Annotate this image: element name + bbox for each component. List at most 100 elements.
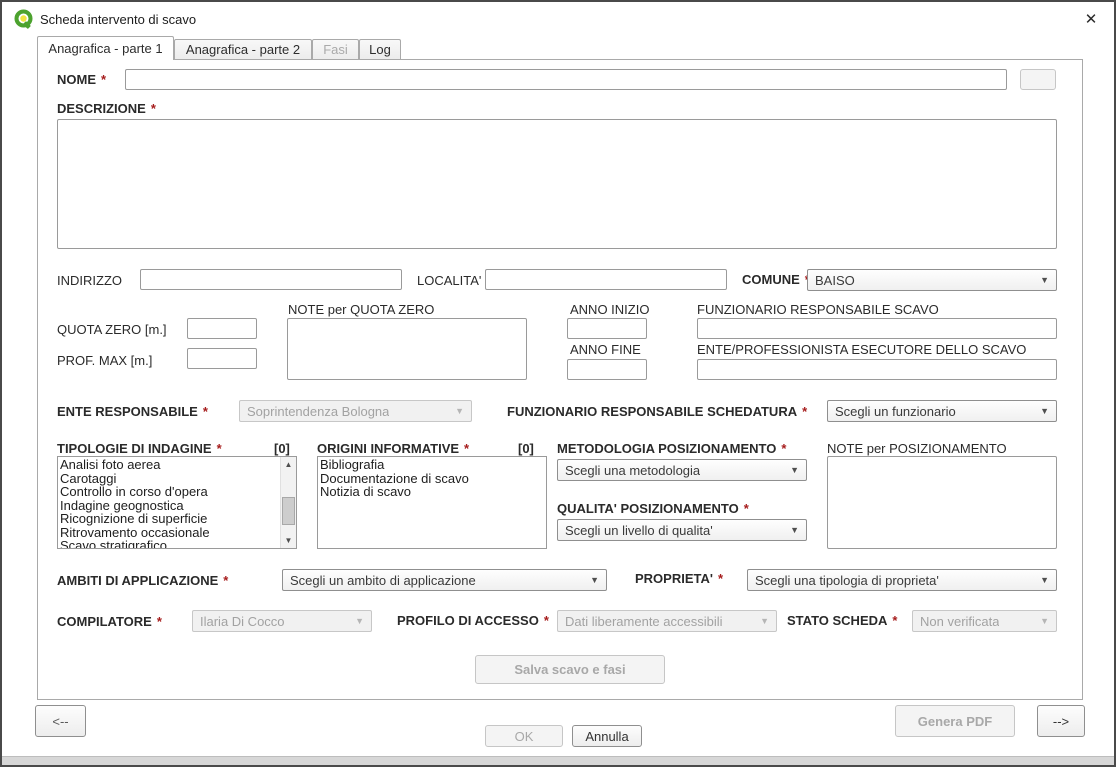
chevron-down-icon: ▼ [584, 575, 599, 585]
stato-scheda-label: STATO SCHEDA* [787, 613, 897, 628]
required-asterisk: * [217, 441, 222, 456]
title-bar: Scheda intervento di scavo ✕ [2, 2, 1114, 34]
proprieta-select[interactable]: Scegli una tipologia di proprieta'▼ [747, 569, 1057, 591]
note-posizionamento-label: NOTE per POSIZIONAMENTO [827, 441, 1007, 456]
tipologie-scrollbar[interactable]: ▲ ▼ [280, 457, 296, 548]
tab-fasi: Fasi [312, 39, 359, 60]
compilatore-select: Ilaria Di Cocco▼ [192, 610, 372, 632]
descrizione-label: DESCRIZIONE* [57, 101, 156, 116]
qgis-logo-icon [14, 9, 34, 29]
anno-fine-label: ANNO FINE [570, 342, 641, 357]
anno-fine-input[interactable] [567, 359, 647, 380]
proprieta-label: PROPRIETA'* [635, 571, 723, 586]
window-title: Scheda intervento di scavo [40, 12, 196, 27]
required-asterisk: * [157, 614, 162, 629]
prev-button[interactable]: <-- [35, 705, 86, 737]
origini-informative-label: ORIGINI INFORMATIVE* [317, 441, 469, 456]
next-button[interactable]: --> [1037, 705, 1085, 737]
ente-responsabile-label: ENTE RESPONSABILE* [57, 404, 208, 419]
funzionario-responsabile-scavo-label: FUNZIONARIO RESPONSABILE SCAVO [697, 302, 939, 317]
tab-log[interactable]: Log [359, 39, 401, 60]
chevron-down-icon: ▼ [784, 525, 799, 535]
localita-input[interactable] [485, 269, 727, 290]
list-item[interactable]: Documentazione di scavo [320, 472, 544, 486]
required-asterisk: * [892, 613, 897, 628]
origini-informative-listbox[interactable]: BibliografiaDocumentazione di scavoNotiz… [317, 456, 547, 549]
note-quota-zero-label: NOTE per QUOTA ZERO [288, 302, 434, 317]
funzionario-responsabile-scavo-input[interactable] [697, 318, 1057, 339]
list-item[interactable]: Indagine geognostica [60, 499, 277, 513]
chevron-down-icon: ▼ [449, 406, 464, 416]
ente-professionista-input[interactable] [697, 359, 1057, 380]
tipologie-indagine-label: TIPOLOGIE DI INDAGINE* [57, 441, 222, 456]
close-icon[interactable]: ✕ [1082, 11, 1100, 29]
qualita-posizionamento-label: QUALITA' POSIZIONAMENTO* [557, 501, 749, 516]
prof-max-label: PROF. MAX [m.] [57, 353, 152, 368]
note-quota-zero-textarea[interactable] [287, 318, 527, 380]
origini-count-badge: [0] [518, 441, 534, 456]
list-item[interactable]: Notizia di scavo [320, 485, 544, 499]
nome-label: NOME* [57, 72, 106, 87]
comune-select[interactable]: BAISO▼ [807, 269, 1057, 291]
ambiti-applicazione-label: AMBITI DI APPLICAZIONE* [57, 573, 228, 588]
required-asterisk: * [781, 441, 786, 456]
tab-anagrafica-parte-1[interactable]: Anagrafica - parte 1 [37, 36, 174, 60]
chevron-down-icon: ▼ [349, 616, 364, 626]
list-item[interactable]: Carotaggi [60, 472, 277, 486]
required-asterisk: * [464, 441, 469, 456]
scroll-down-icon[interactable]: ▼ [281, 533, 296, 548]
required-asterisk: * [744, 501, 749, 516]
note-posizionamento-textarea[interactable] [827, 456, 1057, 549]
quota-zero-input[interactable] [187, 318, 257, 339]
descrizione-textarea[interactable] [57, 119, 1057, 249]
annulla-button[interactable]: Annulla [572, 725, 642, 747]
list-item[interactable]: Bibliografia [320, 458, 544, 472]
required-asterisk: * [718, 571, 723, 586]
required-asterisk: * [223, 573, 228, 588]
qualita-posizionamento-select[interactable]: Scegli un livello di qualita'▼ [557, 519, 807, 541]
required-asterisk: * [544, 613, 549, 628]
prof-max-input[interactable] [187, 348, 257, 369]
profilo-accesso-label: PROFILO DI ACCESSO* [397, 613, 549, 628]
chevron-down-icon: ▼ [754, 616, 769, 626]
metodologia-posizionamento-label: METODOLOGIA POSIZIONAMENTO* [557, 441, 786, 456]
list-item[interactable]: Analisi foto aerea [60, 458, 277, 472]
tipologie-indagine-listbox[interactable]: Analisi foto aereaCarotaggiControllo in … [57, 456, 297, 549]
required-asterisk: * [802, 404, 807, 419]
anno-inizio-input[interactable] [567, 318, 647, 339]
tipologie-count-badge: [0] [274, 441, 290, 456]
chevron-down-icon: ▼ [1034, 575, 1049, 585]
ente-responsabile-select: Soprintendenza Bologna▼ [239, 400, 472, 422]
ok-button: OK [485, 725, 563, 747]
dialog-window: Scheda intervento di scavo ✕ Anagrafica … [0, 0, 1116, 767]
ente-professionista-label: ENTE/PROFESSIONISTA ESECUTORE DELLO SCAV… [697, 342, 1026, 357]
nome-side-button [1020, 69, 1056, 90]
tab-anagrafica-parte-2[interactable]: Anagrafica - parte 2 [174, 39, 312, 60]
genera-pdf-button: Genera PDF [895, 705, 1015, 737]
indirizzo-input[interactable] [140, 269, 402, 290]
quota-zero-label: QUOTA ZERO [m.] [57, 322, 167, 337]
funzionario-schedatura-label: FUNZIONARIO RESPONSABILE SCHEDATURA* [507, 404, 807, 419]
list-item[interactable]: Controllo in corso d'opera [60, 485, 277, 499]
list-item[interactable]: Ritrovamento occasionale [60, 526, 277, 540]
ambiti-applicazione-select[interactable]: Scegli un ambito di applicazione▼ [282, 569, 607, 591]
scroll-up-icon[interactable]: ▲ [281, 457, 296, 472]
chevron-down-icon: ▼ [784, 465, 799, 475]
chevron-down-icon: ▼ [1034, 275, 1049, 285]
list-item[interactable]: Scavo stratigrafico [60, 539, 277, 549]
comune-label: COMUNE* [742, 272, 810, 287]
scrollbar-thumb[interactable] [282, 497, 295, 525]
chevron-down-icon: ▼ [1034, 406, 1049, 416]
localita-label: LOCALITA' [417, 273, 481, 288]
funzionario-schedatura-select[interactable]: Scegli un funzionario▼ [827, 400, 1057, 422]
window-bottom-strip [2, 756, 1114, 765]
metodologia-posizionamento-select[interactable]: Scegli una metodologia▼ [557, 459, 807, 481]
chevron-down-icon: ▼ [1034, 616, 1049, 626]
nome-input[interactable] [125, 69, 1007, 90]
required-asterisk: * [203, 404, 208, 419]
stato-scheda-select: Non verificata▼ [912, 610, 1057, 632]
list-item[interactable]: Ricognizione di superficie [60, 512, 277, 526]
compilatore-label: COMPILATORE* [57, 614, 162, 629]
indirizzo-label: INDIRIZZO [57, 273, 122, 288]
anno-inizio-label: ANNO INIZIO [570, 302, 649, 317]
